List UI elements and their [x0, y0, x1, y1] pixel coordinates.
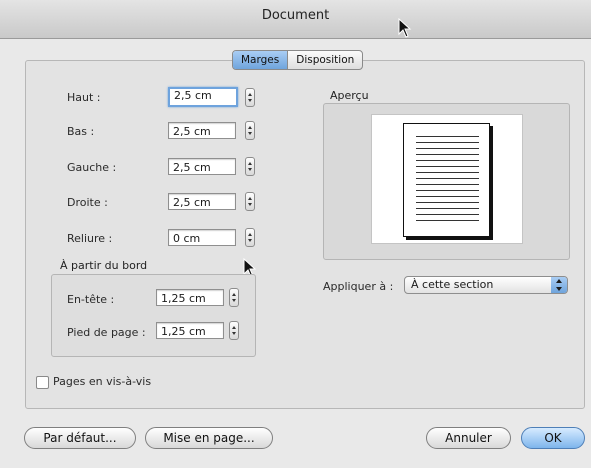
top-field[interactable]: 2,5 cm: [168, 87, 238, 107]
tab-bar: Marges Disposition: [232, 50, 364, 70]
header-stepper[interactable]: [229, 288, 239, 307]
bottom-stepper[interactable]: [245, 121, 255, 140]
gutter-stepper[interactable]: [245, 228, 255, 247]
default-button[interactable]: Par défaut...: [24, 427, 136, 449]
page-preview: [403, 123, 490, 237]
tab-marges[interactable]: Marges: [233, 51, 288, 69]
right-stepper[interactable]: [245, 192, 255, 211]
window-titlebar: Document: [0, 0, 591, 39]
gutter-field[interactable]: 0 cm: [168, 229, 236, 246]
page-setup-button[interactable]: Mise en page...: [145, 427, 273, 449]
from-edge-group: [51, 274, 256, 357]
gutter-label: Reliure :: [67, 232, 113, 245]
mirror-pages-label[interactable]: Pages en vis-à-vis: [53, 375, 151, 388]
top-stepper[interactable]: [245, 88, 255, 107]
chevron-updown-icon: [551, 277, 567, 293]
top-label: Haut :: [67, 91, 101, 104]
window-title: Document: [261, 8, 330, 23]
bottom-label: Bas :: [67, 125, 95, 138]
apply-label: Appliquer à :: [323, 280, 394, 293]
right-label: Droite :: [67, 196, 108, 209]
left-label: Gauche :: [67, 161, 117, 174]
footer-field[interactable]: 1,25 cm: [156, 322, 224, 339]
bottom-field[interactable]: 2,5 cm: [168, 122, 236, 139]
header-field[interactable]: 1,25 cm: [156, 289, 224, 306]
footer-stepper[interactable]: [229, 321, 239, 340]
preview-box: [323, 103, 570, 260]
preview-canvas: [371, 114, 523, 244]
from-edge-title: À partir du bord: [60, 259, 148, 272]
apply-select[interactable]: À cette section: [404, 276, 568, 294]
footer-label: Pied de page :: [67, 326, 146, 339]
ok-button[interactable]: OK: [521, 427, 585, 449]
header-label: En-tête :: [67, 293, 115, 306]
preview-title: Aperçu: [330, 89, 369, 102]
cancel-button[interactable]: Annuler: [426, 427, 511, 449]
left-field[interactable]: 2,5 cm: [168, 158, 236, 175]
apply-select-value: À cette section: [411, 278, 494, 291]
tab-disposition[interactable]: Disposition: [287, 51, 362, 69]
mirror-pages-checkbox[interactable]: [36, 376, 49, 389]
right-field[interactable]: 2,5 cm: [168, 193, 236, 210]
mouse-pointer-icon: [398, 18, 412, 38]
left-stepper[interactable]: [245, 157, 255, 176]
